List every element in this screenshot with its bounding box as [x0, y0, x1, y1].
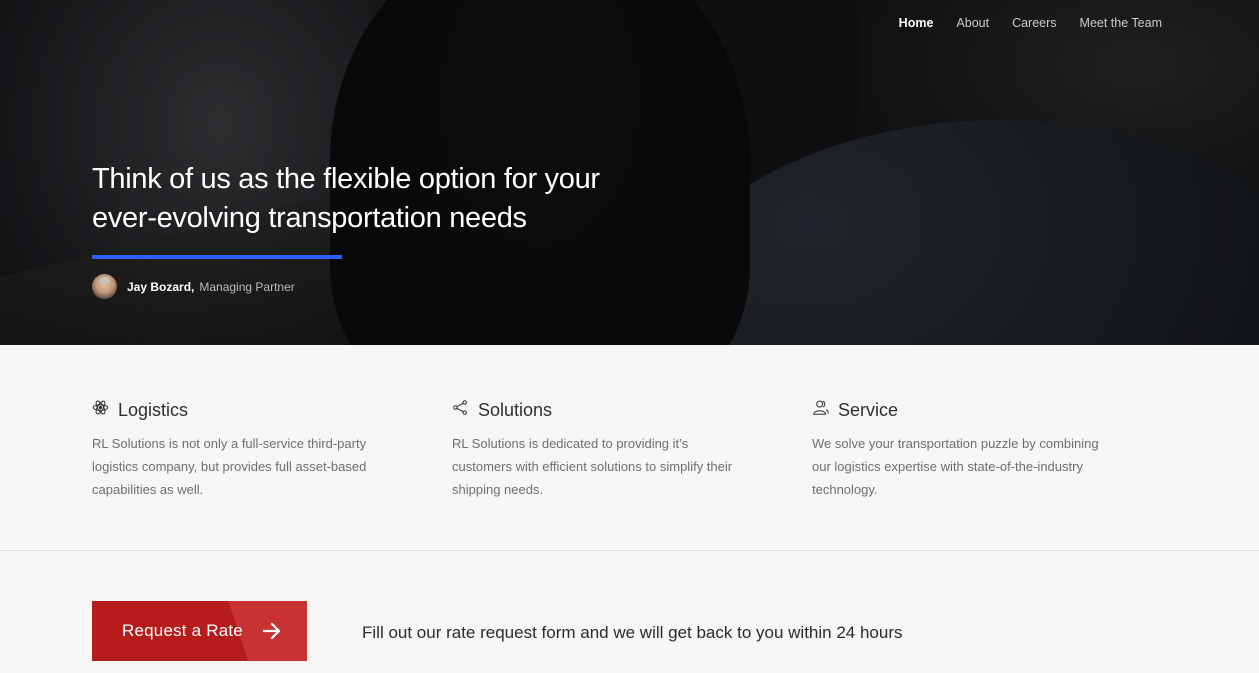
nav-about[interactable]: About [956, 16, 989, 30]
users-icon [812, 399, 829, 421]
nav-careers[interactable]: Careers [1012, 16, 1056, 30]
hero-title: Think of us as the flexible option for y… [92, 160, 652, 238]
feature-description: We solve your transportation puzzle by c… [812, 436, 1099, 497]
cta-message: Fill out our rate request form and we wi… [362, 623, 903, 642]
features-section: Logistics RL Solutions is not only a ful… [0, 345, 1259, 551]
feature-title: Service [838, 399, 899, 420]
main-nav: Home About Careers Meet the Team [899, 16, 1162, 30]
author-byline: Jay Bozard, Managing Partner [92, 274, 295, 299]
hero-section: Home About Careers Meet the Team Think o… [0, 0, 1259, 345]
avatar [92, 274, 117, 299]
hero-title-line-1: Think of us as the flexible option for y… [92, 163, 600, 195]
feature-description: RL Solutions is dedicated to providing i… [452, 436, 733, 497]
feature-solutions: Solutions RL Solutions is dedicated to p… [452, 400, 752, 501]
feature-title: Logistics [118, 399, 189, 420]
author-role: Managing Partner [199, 279, 295, 294]
nav-meet-the-team[interactable]: Meet the Team [1080, 16, 1162, 30]
hero-accent-bar [92, 255, 342, 259]
request-rate-label: Request a Rate [122, 621, 243, 640]
feature-title: Solutions [478, 399, 553, 420]
request-rate-button[interactable]: Request a Rate [92, 601, 307, 661]
arrow-right-icon [262, 622, 282, 645]
hero-title-line-2: ever-evolving transportation needs [92, 202, 527, 234]
feature-logistics: Logistics RL Solutions is not only a ful… [92, 400, 392, 501]
nav-home[interactable]: Home [899, 16, 934, 30]
share-icon [452, 399, 469, 421]
atom-icon [92, 399, 109, 421]
feature-service: Service We solve your transportation puz… [812, 400, 1112, 501]
feature-description: RL Solutions is not only a full-service … [92, 436, 367, 497]
author-name: Jay Bozard, [127, 279, 195, 294]
